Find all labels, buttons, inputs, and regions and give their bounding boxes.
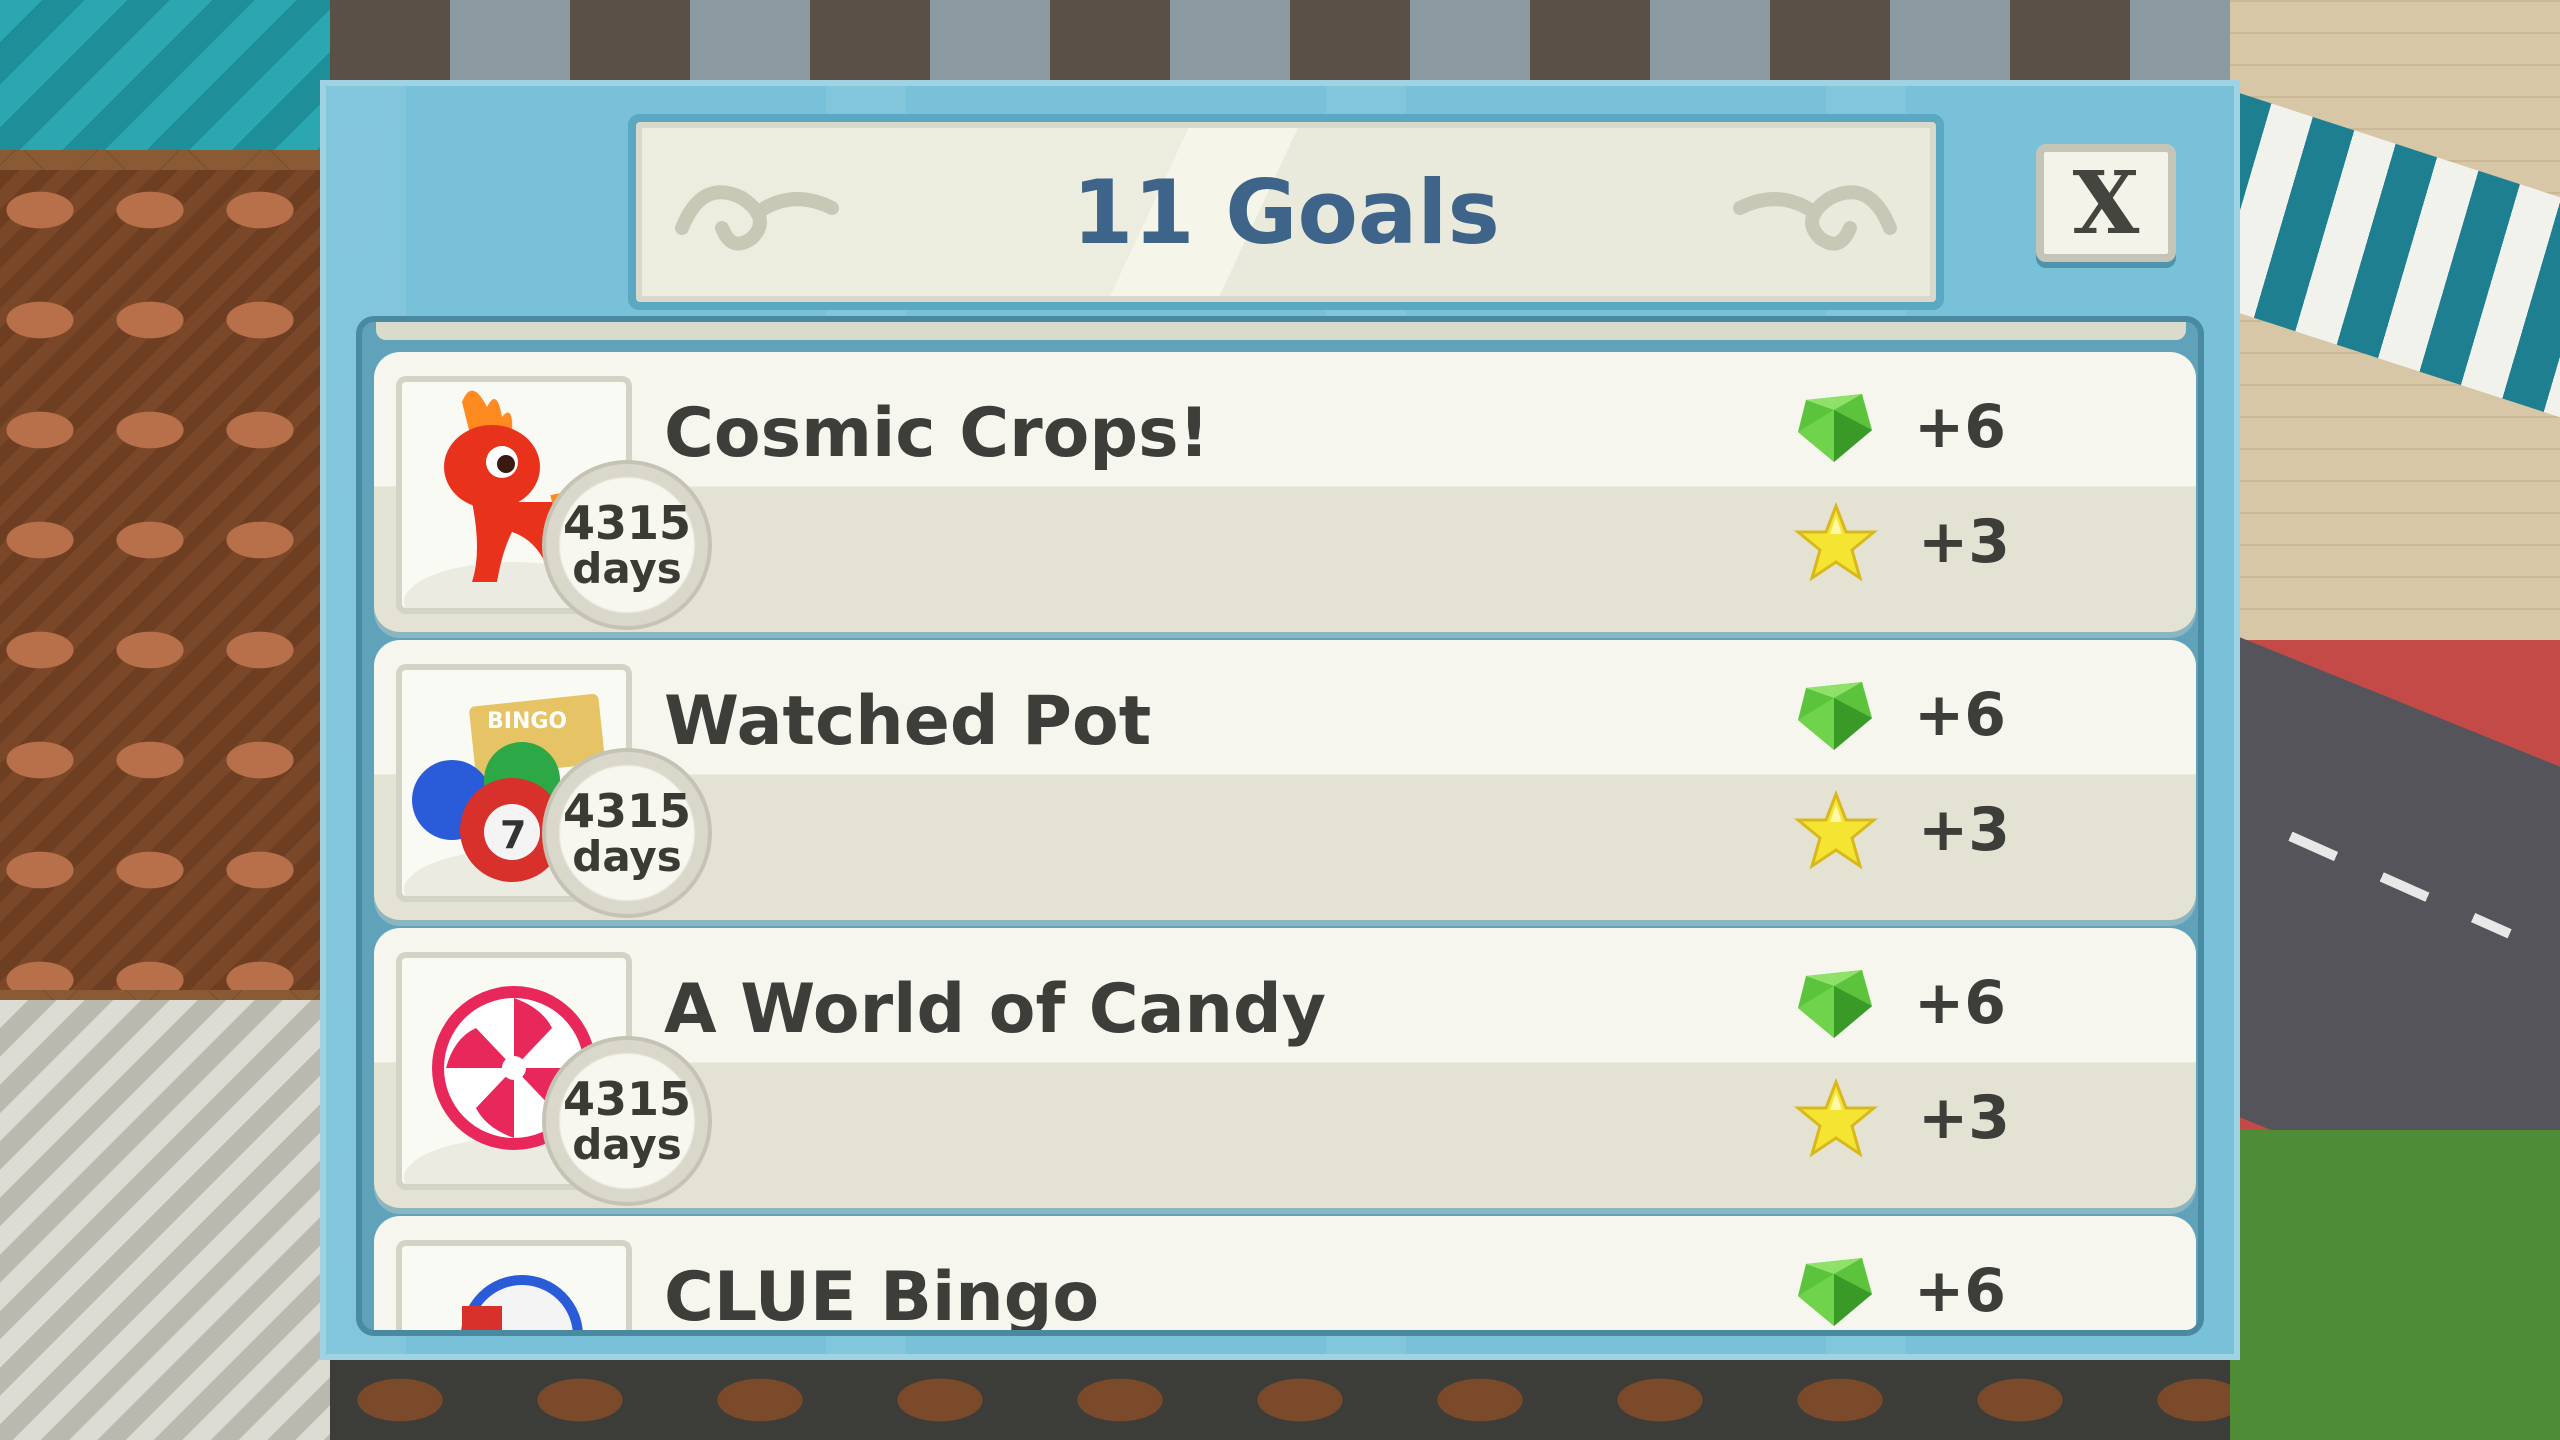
bingo-card-icon [396, 1240, 632, 1330]
gem-reward: +6 [1794, 1254, 2006, 1328]
star-reward-value: +3 [1918, 795, 2011, 865]
gem-reward: +6 [1794, 390, 2006, 464]
timer-value: 4315 [562, 495, 692, 550]
goal-title: Watched Pot [664, 682, 1152, 761]
star-reward-value: +3 [1918, 507, 2011, 577]
gem-reward-value: +6 [1914, 680, 2007, 750]
star-icon [1794, 502, 1878, 582]
title-banner: 11 Goals [636, 122, 1936, 302]
gem-reward: +6 [1794, 678, 2006, 752]
countdown-timer: 4315 days [542, 748, 712, 918]
countdown-timer: 4315 days [542, 460, 712, 630]
close-button[interactable]: X [2036, 144, 2176, 262]
buffet-counter [330, 1360, 2230, 1440]
goal-card[interactable]: 4315 days A World of Candy +6 +3 [374, 928, 2196, 1208]
gem-icon [1794, 390, 1874, 464]
goal-card[interactable]: BINGO 7 4315 days Watched Pot +6 +3 [374, 640, 2196, 920]
grass-patch [2230, 1130, 2560, 1440]
star-reward: +3 [1794, 790, 2010, 870]
timer-unit: days [572, 832, 682, 882]
gem-reward: +6 [1794, 966, 2006, 1040]
goal-title: Cosmic Crops! [664, 394, 1210, 473]
timer-value: 4315 [562, 783, 692, 838]
svg-text:7: 7 [500, 813, 526, 857]
goal-title: A World of Candy [664, 970, 1326, 1049]
gem-icon [1794, 1254, 1874, 1328]
gem-reward-value: +6 [1914, 1256, 2007, 1326]
star-reward: +3 [1794, 502, 2010, 582]
dining-chairs [0, 1000, 330, 1440]
fountain-pool [0, 0, 330, 150]
goal-card[interactable]: 4315 days Cosmic Crops! +6 +3 [374, 352, 2196, 632]
goal-title: CLUE Bingo [664, 1258, 1100, 1336]
countdown-timer: 4315 days [542, 1036, 712, 1206]
star-icon [1794, 1078, 1878, 1158]
timer-unit: days [572, 1120, 682, 1170]
star-icon [1794, 790, 1878, 870]
gem-reward-value: +6 [1914, 968, 2007, 1038]
goal-card[interactable]: CLUE Bingo +6 [374, 1216, 2196, 1336]
timer-value: 4315 [562, 1071, 692, 1126]
gem-icon [1794, 678, 1874, 752]
gem-reward-value: +6 [1914, 392, 2007, 462]
goals-dialog: 11 Goals X 4315 days Cosmic Crops! +6 +3… [320, 80, 2240, 1360]
back-wall [330, 0, 2230, 80]
timer-unit: days [572, 544, 682, 594]
goals-list[interactable]: 4315 days Cosmic Crops! +6 +3 BINGO 7 43… [356, 316, 2204, 1336]
svg-text:BINGO: BINGO [487, 709, 567, 734]
dialog-title: 11 Goals [1072, 160, 1500, 264]
gem-icon [1794, 966, 1874, 1040]
dining-tables [0, 170, 330, 990]
star-reward: +3 [1794, 1078, 2010, 1158]
star-reward-value: +3 [1918, 1083, 2011, 1153]
